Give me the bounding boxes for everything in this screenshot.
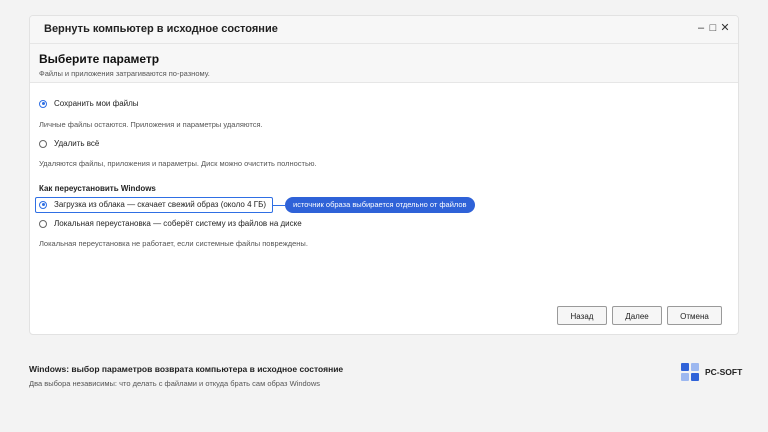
- minimize-icon[interactable]: –: [696, 21, 706, 35]
- reset-pc-dialog: Вернуть компьютер в исходное состояние –…: [29, 15, 739, 335]
- section-heading: Как переустановить Windows: [39, 184, 156, 193]
- radio-unselected-icon[interactable]: [39, 219, 47, 228]
- radio-selected-icon[interactable]: [39, 200, 47, 209]
- radio-unselected-icon[interactable]: [39, 139, 47, 148]
- radio-label: Загрузка из облака — скачает свежий обра…: [54, 200, 267, 209]
- window-title: Вернуть компьютер в исходное состояние: [44, 23, 278, 35]
- dialog-header: Выберите параметр Файлы и приложения зат…: [30, 44, 738, 83]
- reinstall-note: Локальная переустановка не работает, есл…: [39, 239, 308, 248]
- radio-label: Сохранить мои файлы: [54, 99, 139, 108]
- callout-connector: [273, 205, 285, 206]
- radio-selected-icon[interactable]: [39, 99, 47, 108]
- logo-square: [691, 363, 699, 371]
- caption-title: Windows: выбор параметров возврата компь…: [29, 364, 344, 374]
- radio-remove-everything[interactable]: Удалить всё: [39, 139, 99, 148]
- caption-subtitle: Два выбора независимы: что делать с файл…: [29, 379, 320, 388]
- radio-keep-files[interactable]: Сохранить мои файлы: [39, 99, 139, 108]
- cancel-button[interactable]: Отмена: [667, 306, 722, 325]
- title-bar: Вернуть компьютер в исходное состояние –…: [30, 16, 738, 44]
- option-description: Личные файлы остаются. Приложения и пара…: [39, 120, 263, 129]
- option-description: Удаляются файлы, приложения и параметры.…: [39, 159, 317, 168]
- page-title: Выберите параметр: [39, 52, 160, 66]
- page-subtitle: Файлы и приложения затрагиваются по-разн…: [39, 69, 210, 78]
- annotation-callout: источник образа выбирается отдельно от ф…: [285, 197, 475, 213]
- logo-square: [681, 373, 689, 381]
- radio-label: Локальная переустановка — соберёт систем…: [54, 219, 302, 228]
- logo-icon: [681, 363, 699, 381]
- logo-square: [691, 373, 699, 381]
- radio-label: Удалить всё: [54, 139, 100, 148]
- maximize-icon[interactable]: □: [708, 21, 718, 35]
- back-button[interactable]: Назад: [557, 306, 607, 325]
- radio-cloud-download[interactable]: Загрузка из облака — скачает свежий обра…: [39, 200, 266, 209]
- brand-logo: PC-SOFT: [681, 363, 742, 381]
- brand-name: PC-SOFT: [705, 367, 743, 377]
- radio-local-reinstall[interactable]: Локальная переустановка — соберёт систем…: [39, 219, 302, 228]
- next-button[interactable]: Далее: [612, 306, 662, 325]
- window-controls: – □ ✕: [696, 21, 730, 35]
- close-icon[interactable]: ✕: [720, 21, 730, 35]
- logo-square: [681, 363, 689, 371]
